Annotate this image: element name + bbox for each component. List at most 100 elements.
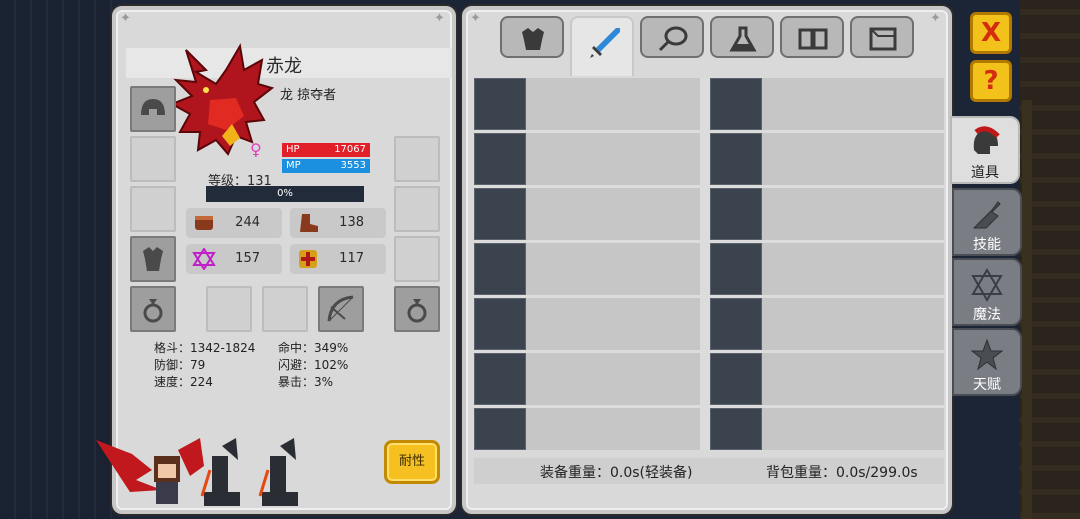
attributes-left: 格斗：1342-1824 防御：79 速度：224 bbox=[154, 340, 255, 391]
corner-ornament: ✦ bbox=[470, 11, 481, 26]
armor-icon bbox=[522, 28, 544, 50]
stat-value: 117 bbox=[339, 251, 364, 266]
hexagram-icon bbox=[192, 248, 216, 270]
stat-box-boot: 138 bbox=[290, 208, 386, 238]
xp-bar: 0% bbox=[206, 186, 364, 202]
female-gender-icon: ♀ bbox=[250, 140, 262, 159]
flask-icon bbox=[729, 26, 757, 52]
empty-slot[interactable] bbox=[394, 236, 440, 282]
item-cell[interactable] bbox=[474, 78, 526, 130]
inventory-panel: ✦ ✦ 装备重量：0.0s(轻装备) 背包重量：0.0s/299.0s bbox=[462, 6, 952, 514]
empty-slot[interactable] bbox=[262, 286, 308, 332]
helmet-slot[interactable] bbox=[130, 86, 176, 132]
mp-value: 3553 bbox=[340, 160, 366, 171]
corner-ornament: ✦ bbox=[930, 11, 941, 26]
item-cell[interactable] bbox=[710, 243, 762, 295]
crit-attr: 暴击：3% bbox=[278, 375, 334, 389]
meat-icon bbox=[658, 26, 688, 52]
defense-attr: 防御：79 bbox=[154, 358, 206, 372]
magic-star-icon bbox=[971, 268, 1003, 302]
help-icon: ? bbox=[983, 66, 999, 96]
book-icon bbox=[798, 28, 828, 50]
side-tab-items[interactable]: 道具 bbox=[950, 116, 1020, 184]
weapon-tab[interactable] bbox=[570, 16, 634, 76]
mp-label: MP bbox=[286, 160, 301, 171]
melee-attr: 格斗：1342-1824 bbox=[154, 341, 256, 355]
item-cell[interactable] bbox=[710, 133, 762, 185]
help-button[interactable]: ? bbox=[970, 60, 1012, 102]
skill-icon bbox=[972, 201, 1001, 229]
bag-weight: 背包重量：0.0s/299.0s bbox=[766, 465, 918, 481]
box-icon bbox=[869, 27, 897, 51]
ring-slot-right[interactable] bbox=[394, 286, 440, 332]
item-cell[interactable] bbox=[474, 353, 526, 405]
side-tab-talent[interactable]: 天赋 bbox=[952, 328, 1022, 396]
item-cell[interactable] bbox=[474, 243, 526, 295]
stat-box-holy: 117 bbox=[290, 244, 386, 274]
close-icon: X bbox=[980, 18, 1002, 48]
empty-slot[interactable] bbox=[130, 186, 176, 232]
side-tab-label: 道具 bbox=[971, 165, 999, 181]
inventory-grid bbox=[474, 78, 944, 450]
empty-slot[interactable] bbox=[130, 136, 176, 182]
equip-weight: 装备重量：0.0s(轻装备) bbox=[540, 465, 693, 481]
ring-icon bbox=[143, 299, 163, 323]
item-cell[interactable] bbox=[710, 408, 762, 450]
empty-slot[interactable] bbox=[394, 186, 440, 232]
corner-ornament: ✦ bbox=[120, 11, 131, 26]
bow-icon bbox=[327, 295, 354, 322]
weight-bar: 装备重量：0.0s(轻装备) 背包重量：0.0s/299.0s bbox=[474, 458, 944, 484]
stat-box-magic: 157 bbox=[186, 244, 282, 274]
side-tab-label: 天赋 bbox=[973, 377, 1001, 393]
hp-label: HP bbox=[286, 144, 300, 155]
character-panel: ✦ ✦ 赤龙 龙 掠夺者 ♀ HP 17067 MP 3553 等级：131 0… bbox=[96, 6, 456, 514]
helmet-icon bbox=[973, 126, 1000, 154]
item-cell[interactable] bbox=[474, 133, 526, 185]
bow-slot[interactable] bbox=[318, 286, 364, 332]
corner-ornament: ✦ bbox=[434, 11, 445, 26]
mp-bar: MP 3553 bbox=[282, 159, 370, 173]
armor-tab[interactable] bbox=[500, 16, 564, 58]
boot-icon bbox=[300, 214, 318, 232]
stat-value: 157 bbox=[235, 251, 260, 266]
attributes-right: 命中：349% 闪避：102% 暴击：3% bbox=[278, 340, 348, 391]
hp-mp-bars: HP 17067 MP 3553 bbox=[282, 143, 370, 175]
hp-bar: HP 17067 bbox=[282, 143, 370, 157]
item-cell[interactable] bbox=[710, 188, 762, 240]
side-tab-magic[interactable]: 魔法 bbox=[952, 258, 1022, 326]
stat-value: 138 bbox=[339, 215, 364, 230]
hp-value: 17067 bbox=[334, 144, 366, 155]
armor-icon bbox=[143, 247, 163, 271]
durability-button[interactable]: 耐性 bbox=[384, 440, 440, 484]
item-cell[interactable] bbox=[710, 353, 762, 405]
item-cell[interactable] bbox=[474, 298, 526, 350]
speed-attr: 速度：224 bbox=[154, 375, 213, 389]
sword-icon bbox=[590, 28, 620, 58]
fist-icon bbox=[195, 216, 213, 230]
box-tab[interactable] bbox=[850, 16, 914, 58]
book-tab[interactable] bbox=[780, 16, 844, 58]
side-tab-label: 技能 bbox=[973, 237, 1001, 253]
item-cell[interactable] bbox=[710, 298, 762, 350]
food-tab[interactable] bbox=[640, 16, 704, 58]
accuracy-attr: 命中：349% bbox=[278, 341, 349, 355]
item-cell[interactable] bbox=[474, 408, 526, 450]
empty-slot[interactable] bbox=[394, 136, 440, 182]
empty-slot[interactable] bbox=[206, 286, 252, 332]
close-button[interactable]: X bbox=[970, 12, 1012, 54]
stat-box-attack: 244 bbox=[186, 208, 282, 238]
armor-slot[interactable] bbox=[130, 236, 176, 282]
talent-star-icon bbox=[970, 338, 1004, 371]
party-sprites bbox=[96, 438, 298, 506]
ring-icon bbox=[407, 299, 427, 323]
stat-value: 244 bbox=[235, 215, 260, 230]
side-tab-skills[interactable]: 技能 bbox=[952, 188, 1022, 256]
cross-shield-icon bbox=[299, 250, 317, 268]
item-cell[interactable] bbox=[474, 188, 526, 240]
ring-slot-left[interactable] bbox=[130, 286, 176, 332]
background-pillar bbox=[1022, 100, 1032, 519]
helmet-icon bbox=[141, 99, 165, 115]
side-tab-label: 魔法 bbox=[973, 307, 1001, 323]
potion-tab[interactable] bbox=[710, 16, 774, 58]
item-cell[interactable] bbox=[710, 78, 762, 130]
